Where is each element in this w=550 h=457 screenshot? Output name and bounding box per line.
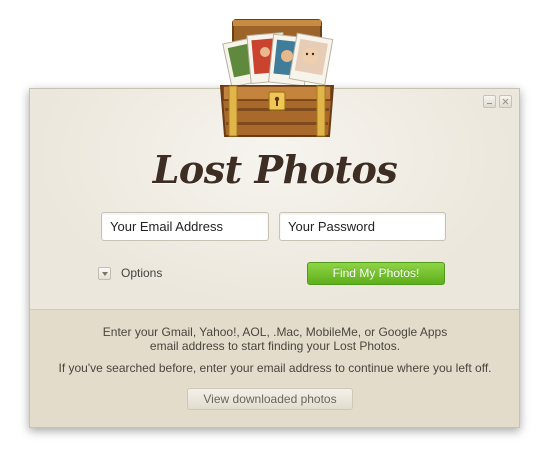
password-field[interactable] [279,212,446,241]
window-controls [483,95,512,108]
instructions-line-2: email address to start finding your Lost… [149,339,401,353]
view-downloaded-photos-button[interactable]: View downloaded photos [187,388,353,410]
chevron-down-icon[interactable] [98,266,111,280]
find-photos-button[interactable]: Find My Photos! [307,262,445,285]
options-label: Options [121,266,163,280]
treasure-chest-icon [219,19,335,137]
instructions-line-1: Enter your Gmail, Yahoo!, AOL, .Mac, Mob… [102,325,448,339]
resume-hint-text: If you've searched before, enter your em… [58,361,492,375]
instructions-text: Enter your Gmail, Yahoo!, AOL, .Mac, Mob… [0,325,550,353]
options-toggle[interactable]: Options [98,266,162,280]
email-field[interactable] [101,212,269,241]
app-stage: Lost Photos Options Find My Photos! Ente… [0,0,550,457]
minimize-icon[interactable] [483,95,496,108]
app-title: Lost Photos [152,147,398,192]
close-icon[interactable] [499,95,512,108]
